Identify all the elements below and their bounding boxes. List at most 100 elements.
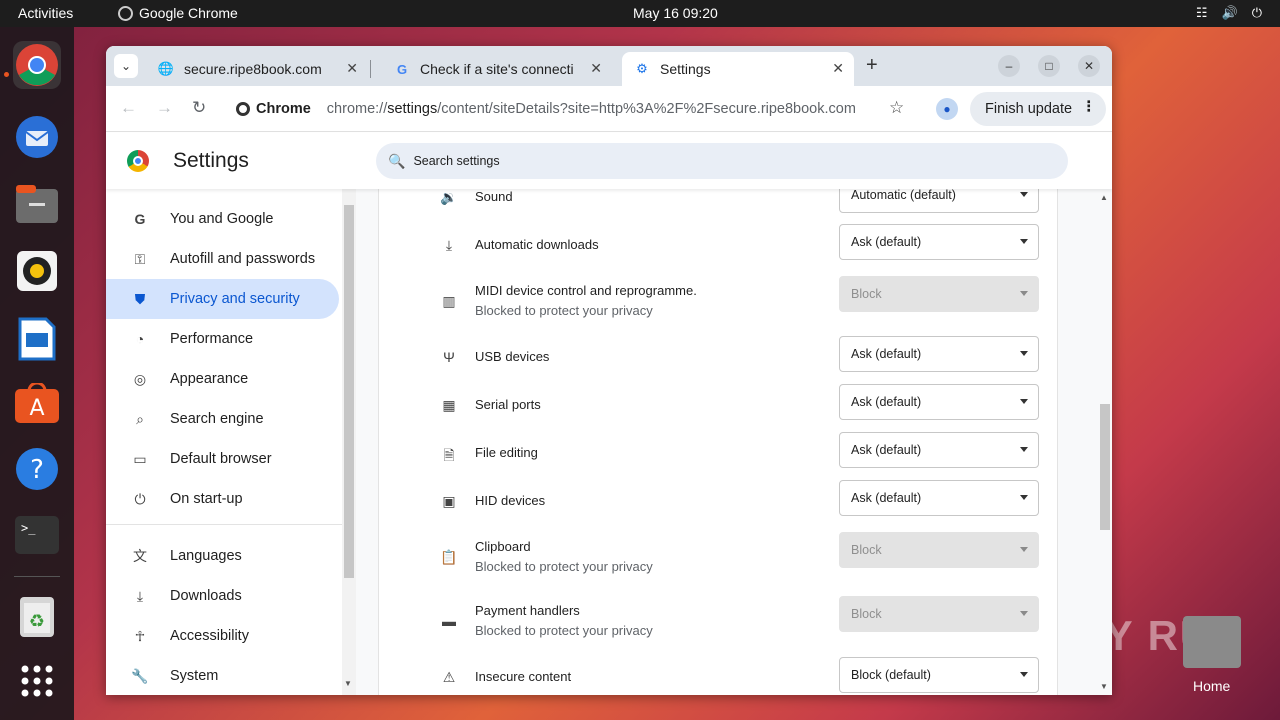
sidebar-item-label: Privacy and security [170, 291, 300, 307]
system-tray[interactable]: ☷ 🔊 ⏻ [1196, 5, 1262, 21]
sidebar-item-default-browser[interactable]: ▭ Default browser [106, 439, 339, 479]
forward-button[interactable]: → [156, 98, 173, 118]
permissions-card: 🔉 Sound Automatic (default) ⤓ Automatic … [378, 177, 1058, 695]
sidebar-item-performance[interactable]: ◔ Performance [106, 319, 339, 359]
permission-sublabel: Blocked to protect your privacy [475, 303, 653, 318]
sidebar-item-on-startup[interactable]: ⏻ On start-up [106, 479, 339, 519]
app-name: Google Chrome [139, 5, 238, 21]
tab-title: secure.ripe8book.com [184, 61, 322, 77]
writer-icon[interactable] [13, 315, 61, 363]
clipboard-select: Block [839, 532, 1039, 568]
home-folder-icon[interactable] [1183, 616, 1241, 668]
active-indicator [4, 72, 9, 77]
app-menu[interactable]: Google Chrome [118, 5, 238, 21]
address-bar[interactable]: Chrome chrome://settings/content/siteDet… [226, 92, 914, 126]
sidebar-item-search-engine[interactable]: ⌕ Search engine [106, 399, 339, 439]
page-title: Settings [173, 149, 249, 172]
scroll-up-icon[interactable]: ▲ [1100, 193, 1108, 202]
sidebar-item-languages[interactable]: 文 Languages [106, 536, 339, 576]
palette-icon: ◎ [133, 370, 147, 387]
sidebar-item-downloads[interactable]: ⤓ Downloads [106, 576, 339, 616]
sidebar-item-accessibility[interactable]: ☥ Accessibility [106, 616, 339, 656]
select-value: Ask (default) [851, 347, 922, 361]
activities-button[interactable]: Activities [18, 5, 73, 21]
files-icon[interactable] [13, 181, 61, 229]
chrome-icon[interactable] [13, 41, 61, 89]
permission-label: Payment handlers [475, 603, 580, 618]
serial-icon: ▦ [442, 397, 456, 413]
close-icon[interactable]: ✕ [590, 60, 602, 77]
serial-ports-select[interactable]: Ask (default) [839, 384, 1039, 420]
sidebar-item-label: Downloads [170, 588, 242, 604]
more-menu-icon[interactable]: ⋮ [1082, 99, 1097, 115]
clipboard-icon: 📋 [440, 549, 458, 565]
clock[interactable]: May 16 09:20 [633, 5, 718, 21]
select-value: Block [851, 543, 882, 557]
app-grid-icon[interactable] [13, 657, 61, 705]
gauge-icon: ◔ [135, 331, 145, 347]
search-settings-input[interactable]: 🔍 Search settings [376, 143, 1068, 179]
permission-label: Clipboard [475, 539, 531, 554]
file-edit-icon: 🗎 [443, 447, 455, 463]
settings-header: Settings 🔍 Search settings [106, 133, 1112, 189]
thunderbird-icon[interactable] [13, 113, 61, 161]
sidebar-item-system[interactable]: 🔧 System [106, 656, 339, 695]
tab-search-button[interactable]: ⌄ [114, 54, 138, 78]
chevron-down-icon [1020, 192, 1028, 197]
chrome-logo-icon [236, 102, 250, 116]
sidebar-item-privacy[interactable]: ⛊ Privacy and security [106, 279, 339, 319]
chrome-logo-icon [127, 150, 149, 172]
close-icon[interactable]: ✕ [346, 60, 358, 77]
select-value: Block [851, 287, 882, 301]
rhythmbox-icon[interactable] [13, 247, 61, 295]
profile-avatar-icon[interactable]: ● [936, 98, 958, 120]
scroll-down-icon[interactable]: ▼ [344, 679, 352, 688]
dock: A ? >_ ♻ [0, 27, 74, 720]
permission-label: Insecure content [475, 669, 572, 684]
google-g-icon: G [134, 211, 146, 227]
accessibility-icon: ☥ [134, 627, 146, 644]
sidebar-item-label: Appearance [170, 371, 249, 387]
scroll-down-icon[interactable]: ▼ [1100, 682, 1108, 691]
minimize-button[interactable]: – [998, 55, 1020, 77]
main-scrollbar-thumb[interactable] [1100, 404, 1110, 530]
tab-site[interactable]: 🌐 secure.ripe8book.com ✕ [146, 52, 368, 86]
svg-text:♻: ♻ [29, 611, 45, 632]
permission-label: File editing [475, 445, 538, 460]
reload-button[interactable]: ↻ [192, 98, 206, 118]
hid-devices-select[interactable]: Ask (default) [839, 480, 1039, 516]
usb-devices-select[interactable]: Ask (default) [839, 336, 1039, 372]
chip-label: Chrome [256, 101, 311, 117]
terminal-icon[interactable]: >_ [13, 511, 61, 559]
finish-update-button[interactable]: Finish update ⋮ [970, 92, 1106, 126]
svg-text:?: ? [30, 455, 44, 485]
network-icon: ☷ [1195, 5, 1208, 20]
chevron-down-icon [1020, 672, 1028, 677]
close-icon[interactable]: ✕ [832, 60, 844, 77]
close-window-button[interactable]: ✕ [1078, 55, 1100, 77]
sidebar-item-autofill[interactable]: ⚿ Autofill and passwords [106, 239, 339, 279]
chrome-chip[interactable]: Chrome [226, 101, 311, 117]
select-value: Ask (default) [851, 491, 922, 505]
trash-icon[interactable]: ♻ [13, 593, 61, 641]
app-center-icon[interactable]: A [13, 379, 61, 427]
home-label[interactable]: Home [1193, 678, 1230, 694]
automatic-downloads-select[interactable]: Ask (default) [839, 224, 1039, 260]
maximize-button[interactable]: □ [1038, 55, 1060, 77]
dock-separator [14, 576, 60, 577]
permission-sublabel: Blocked to protect your privacy [475, 559, 653, 574]
help-icon[interactable]: ? [13, 445, 61, 493]
google-icon: G [396, 61, 408, 77]
sidebar-scrollbar-thumb[interactable] [344, 205, 354, 578]
select-value: Automatic (default) [851, 188, 956, 202]
sidebar-item-you-and-google[interactable]: G You and Google [106, 199, 339, 239]
new-tab-button[interactable]: + [866, 54, 878, 77]
tab-settings[interactable]: ⚙ Settings ✕ [622, 52, 854, 86]
insecure-content-select[interactable]: Block (default) [839, 657, 1039, 693]
tab-check-connection[interactable]: G Check if a site's connecti ✕ [382, 52, 612, 86]
back-button[interactable]: ← [120, 98, 137, 118]
volume-icon: 🔊 [1221, 5, 1238, 20]
sidebar-item-appearance[interactable]: ◎ Appearance [106, 359, 339, 399]
file-editing-select[interactable]: Ask (default) [839, 432, 1039, 468]
bookmark-star-icon[interactable]: ☆ [889, 98, 904, 118]
